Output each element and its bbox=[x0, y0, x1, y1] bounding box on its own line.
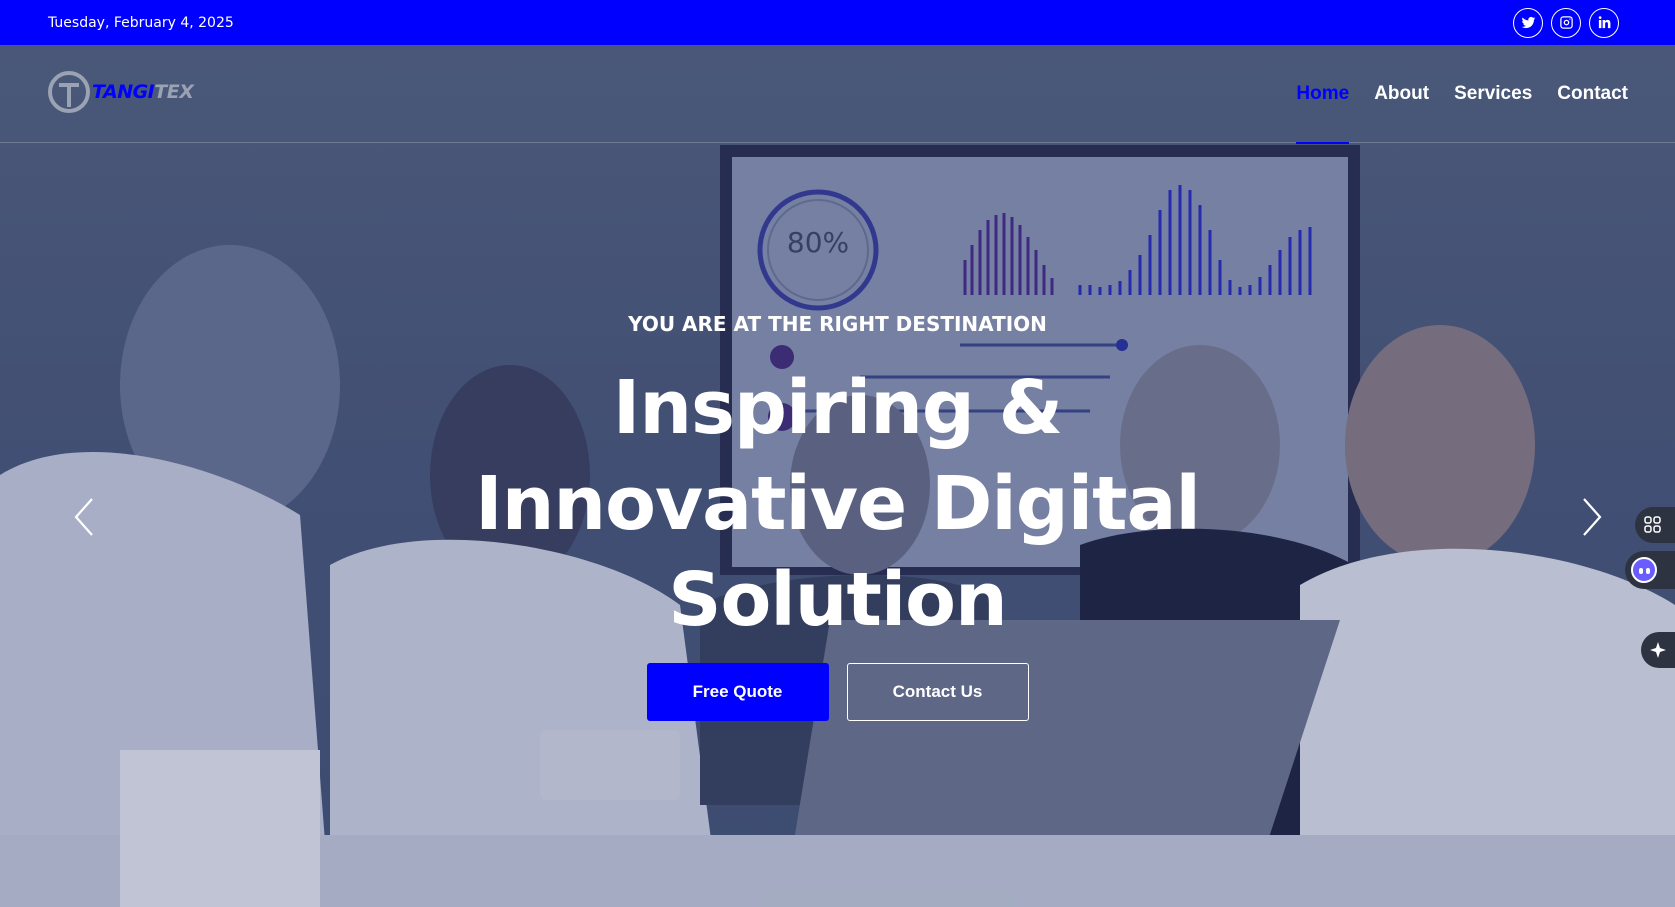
navbar: TANGITEX Home About Services Contact bbox=[0, 45, 1675, 144]
assistant-avatar-icon bbox=[1631, 557, 1657, 583]
nav-item-about[interactable]: About bbox=[1374, 45, 1429, 143]
headline-line-3: Solution bbox=[668, 557, 1007, 643]
contact-us-button[interactable]: Contact Us bbox=[846, 663, 1029, 721]
nav-item-home[interactable]: Home bbox=[1296, 45, 1349, 144]
current-date: Tuesday, February 4, 2025 bbox=[48, 14, 234, 31]
assistant-widget-button[interactable] bbox=[1625, 551, 1675, 589]
carousel-prev-arrow-icon[interactable] bbox=[70, 497, 100, 537]
top-bar: Tuesday, February 4, 2025 bbox=[0, 0, 1675, 45]
logo-text: TANGITEX bbox=[92, 81, 194, 103]
hero-eyebrow: YOU ARE AT THE RIGHT DESTINATION bbox=[628, 312, 1047, 336]
social-links bbox=[1513, 7, 1619, 38]
nav-item-contact[interactable]: Contact bbox=[1557, 45, 1628, 143]
headline-line-1: Inspiring & bbox=[612, 365, 1063, 451]
sparkle-icon bbox=[1650, 642, 1666, 658]
free-quote-button[interactable]: Free Quote bbox=[646, 663, 829, 721]
headline-line-2: Innovative Digital bbox=[475, 461, 1201, 547]
twitter-icon[interactable] bbox=[1513, 7, 1543, 38]
grid-icon bbox=[1644, 516, 1661, 533]
instagram-icon[interactable] bbox=[1551, 7, 1581, 38]
hero-buttons: Free Quote Contact Us bbox=[0, 663, 1675, 721]
linkedin-icon[interactable] bbox=[1589, 7, 1619, 38]
carousel-next-arrow-icon[interactable] bbox=[1576, 497, 1606, 537]
main-menu: Home About Services Contact bbox=[1296, 45, 1628, 144]
ai-sparkle-widget-button[interactable] bbox=[1641, 632, 1675, 668]
nav-item-services[interactable]: Services bbox=[1454, 45, 1532, 143]
hero-headline: Inspiring & Innovative Digital Solution bbox=[0, 360, 1675, 648]
apps-widget-button[interactable] bbox=[1635, 507, 1675, 543]
logo-mark-icon bbox=[48, 71, 90, 113]
logo[interactable]: TANGITEX bbox=[48, 71, 194, 113]
